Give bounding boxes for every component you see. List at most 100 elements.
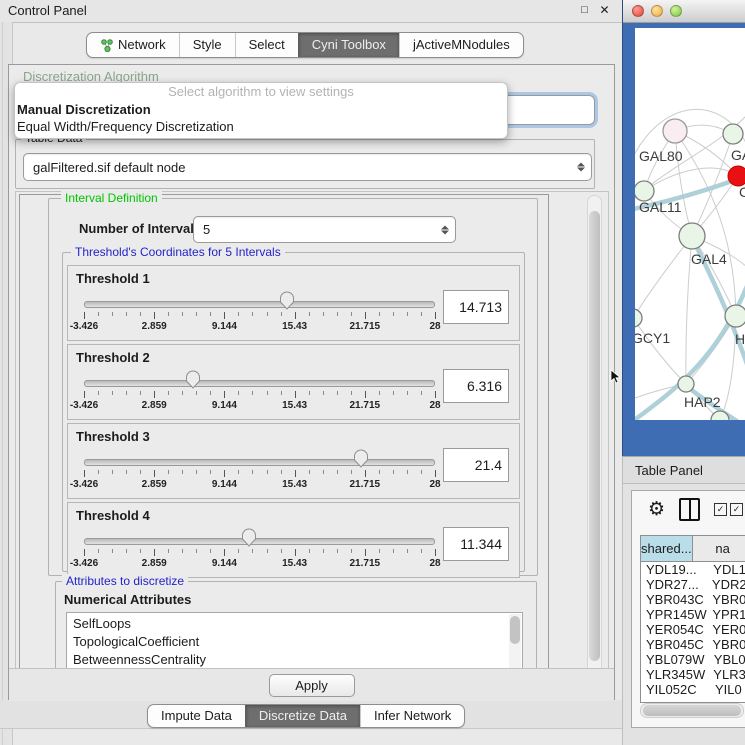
threshold-2-slider[interactable]: -3.4262.8599.14415.4321.71528 — [84, 367, 435, 415]
checkbox-icon[interactable]: ✓ — [714, 503, 727, 516]
attributes-group-title: Attributes to discretize — [62, 574, 188, 588]
tab-cyni-toolbox[interactable]: Cyni Toolbox — [298, 33, 399, 57]
network-node-label: GCY1 — [635, 330, 670, 346]
threshold-list: Threshold 1 -3.4262.8599.14415.4321.7152… — [67, 265, 520, 578]
network-node-label: GAL11 — [639, 199, 682, 215]
slider-tick-labels: -3.4262.8599.14415.4321.71528 — [84, 400, 435, 412]
control-panel-titlebar: Control Panel □ ✕ — [0, 0, 622, 23]
table-row[interactable]: YPR145WYPR1 — [641, 607, 745, 622]
threshold-2-panel: Threshold 2 -3.4262.8599.14415.4321.7152… — [67, 344, 520, 420]
tab-style[interactable]: Style — [179, 33, 235, 57]
slider-track[interactable] — [84, 459, 435, 466]
table-row[interactable]: YDR27...YDR2 — [641, 577, 745, 592]
algorithm-option-equal-width[interactable]: Equal Width/Frequency Discretization — [15, 118, 507, 135]
window-title: Control Panel — [8, 3, 87, 18]
gear-icon[interactable]: ⚙ — [648, 500, 665, 519]
cyni-toolbox-panel: Discretization Algorithm Select algorith… — [8, 64, 615, 702]
tab-impute-data[interactable]: Impute Data — [148, 705, 245, 727]
table-row[interactable]: YBR045CYBR0 — [641, 637, 745, 652]
network-view-window: GAL80GACGAL11GAL4GCY1HHAP2 — [622, 0, 745, 456]
close-traffic-light-icon[interactable] — [632, 5, 644, 17]
control-panel-tabs: Network Style Select Cyni Toolbox jActiv… — [86, 32, 524, 58]
table-row[interactable]: YIL052CYIL0 — [641, 682, 745, 697]
network-node-label: GAL80 — [639, 148, 683, 164]
slider-ticks — [84, 312, 435, 320]
table-panel-titlebar: Table Panel — [622, 456, 745, 484]
table-data-combobox[interactable]: galFiltered.sif default node — [23, 153, 592, 181]
network-edge — [635, 236, 692, 318]
slider-thumb[interactable] — [354, 449, 369, 468]
number-of-intervals-combobox[interactable]: 5 — [193, 216, 456, 243]
list-scrollbar[interactable] — [509, 614, 521, 672]
column-header-name[interactable]: na — [693, 536, 745, 561]
network-node[interactable] — [635, 309, 642, 327]
network-node[interactable] — [678, 376, 694, 392]
network-edge — [675, 131, 692, 236]
table-toolbar: ⚙ ✓ ✓ — [632, 491, 745, 527]
table-row[interactable]: YLR345WYLR3 — [641, 667, 745, 682]
cyni-mode-tabs: Impute Data Discretize Data Infer Networ… — [147, 704, 465, 728]
algorithm-hint: Select algorithm to view settings — [15, 83, 507, 101]
threshold-3-panel: Threshold 3 -3.4262.8599.14415.4321.7152… — [67, 423, 520, 499]
interval-definition-group: Interval Definition Number of Intervals … — [48, 198, 538, 576]
table-row[interactable]: YDL19...YDL1 — [641, 562, 745, 577]
network-canvas[interactable]: GAL80GACGAL11GAL4GCY1HHAP2 — [635, 28, 745, 420]
tab-network-label: Network — [118, 33, 166, 57]
slider-track[interactable] — [84, 538, 435, 545]
threshold-1-slider[interactable]: -3.4262.8599.14415.4321.71528 — [84, 288, 435, 336]
network-node[interactable] — [663, 119, 687, 143]
network-node[interactable] — [723, 124, 743, 144]
threshold-4-value[interactable]: 11.344 — [443, 527, 509, 561]
apply-button[interactable]: Apply — [269, 674, 355, 697]
zoom-traffic-light-icon[interactable] — [670, 5, 682, 17]
table-row[interactable]: YER054CYER0 — [641, 622, 745, 637]
network-node[interactable] — [725, 305, 745, 327]
network-node[interactable] — [679, 223, 705, 249]
table-row[interactable]: YBR043CYBR0 — [641, 592, 745, 607]
network-node[interactable] — [728, 166, 745, 186]
column-selector-icon[interactable] — [679, 498, 700, 521]
threshold-2-value[interactable]: 6.316 — [443, 369, 509, 403]
network-window-titlebar[interactable] — [623, 0, 745, 23]
slider-track[interactable] — [84, 301, 435, 308]
table-panel-body: ⚙ ✓ ✓ shared... na YDL19...YDL1YDR27...Y… — [622, 484, 745, 745]
list-item[interactable]: SelfLoops — [67, 615, 522, 633]
threshold-1-value[interactable]: 14.713 — [443, 290, 509, 324]
tab-jactivemnodules[interactable]: jActiveMNodules — [399, 33, 523, 57]
threshold-3-slider[interactable]: -3.4262.8599.14415.4321.71528 — [84, 446, 435, 494]
tab-infer-network[interactable]: Infer Network — [360, 705, 464, 727]
slider-thumb[interactable] — [279, 291, 294, 310]
float-window-icon[interactable]: □ — [577, 3, 592, 18]
algorithm-option-manual[interactable]: Manual Discretization — [15, 101, 507, 118]
network-icon — [100, 39, 113, 52]
slider-track[interactable] — [84, 380, 435, 387]
slider-thumb[interactable] — [241, 528, 256, 547]
control-panel-window: Control Panel □ ✕ Network Style Select C… — [0, 0, 622, 745]
tab-select[interactable]: Select — [235, 33, 298, 57]
network-node-label: HAP2 — [684, 394, 721, 410]
threshold-3-value[interactable]: 21.4 — [443, 448, 509, 482]
number-of-intervals-value: 5 — [203, 222, 210, 237]
column-header-shared-name[interactable]: shared... — [641, 536, 693, 561]
network-node-label: H — [735, 331, 745, 347]
slider-ticks — [84, 391, 435, 399]
numerical-attributes-label: Numerical Attributes — [64, 592, 191, 607]
slider-thumb[interactable] — [185, 370, 200, 389]
tab-discretize-data[interactable]: Discretize Data — [245, 705, 360, 727]
settings-vertical-scrollbar[interactable] — [587, 195, 602, 697]
network-node[interactable] — [635, 181, 654, 201]
list-item[interactable]: BetweennessCentrality — [67, 651, 522, 669]
thresholds-group: Threshold's Coordinates for 5 Intervals … — [62, 252, 525, 572]
close-window-icon[interactable]: ✕ — [597, 3, 612, 18]
minimize-traffic-light-icon[interactable] — [651, 5, 663, 17]
table-row[interactable]: YBL079WYBL0 — [641, 652, 745, 667]
checkbox-icon[interactable]: ✓ — [730, 503, 743, 516]
table-header: shared... na — [641, 536, 745, 562]
node-table-rows: YDL19...YDL1YDR27...YDR2YBR043CYBR0YPR14… — [641, 562, 745, 697]
table-horizontal-scrollbar[interactable] — [640, 703, 744, 718]
list-item[interactable]: TopologicalCoefficient — [67, 633, 522, 651]
tab-network[interactable]: Network — [87, 33, 179, 57]
threshold-4-slider[interactable]: -3.4262.8599.14415.4321.71528 — [84, 525, 435, 573]
threshold-3-label: Threshold 3 — [76, 429, 150, 444]
network-node-label: GA — [731, 147, 745, 163]
